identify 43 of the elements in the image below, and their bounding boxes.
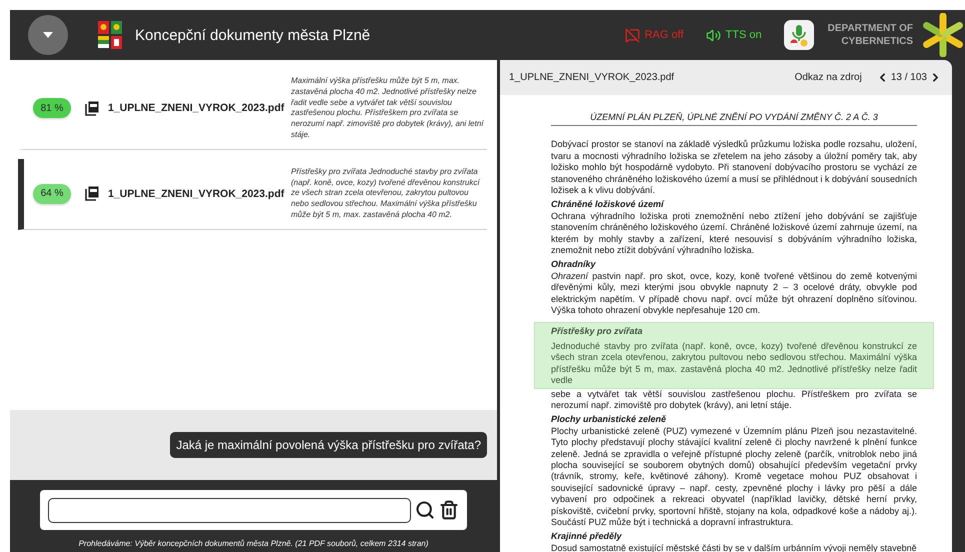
page-counter: 13 / 103: [890, 72, 927, 83]
file-stack-icon: [85, 186, 99, 202]
file-name: 1_UPLNE_ZNENI_VYROK_2023.pdf: [108, 188, 284, 200]
question-bubble: Jaká je maximální povolená výška přístřešku pro zvířata?: [170, 432, 487, 458]
file-name: 1_UPLNE_ZNENI_VYROK_2023.pdf: [108, 102, 284, 114]
section-heading: Krajinné předěly: [551, 531, 623, 543]
microphone-icon: [788, 23, 810, 47]
search-icon: [415, 500, 435, 520]
trash-icon: [439, 500, 459, 520]
score-badge: 81 %: [33, 98, 71, 118]
highlighted-text: Jednoduché stavby pro zvířata (např. koně, ovce, kozy) tvořené dřevěnou konstrukcí ze všech stran zcela otevřenou, zakrytou pultovou nebo sedlovou střechou. Maximální výška přístřešku může být 5 m, max. zastavěná plocha 40 m2. Jednotlivé přístřešky nelze řadit vedle: [551, 340, 917, 387]
document-paragraph: Ochrana výhradního ložiska proti znemožnění nebo ztížení jeho dobývání se zajišťuje stanovením chráněného ložiskového území. Chráněné ložiskové území zahrnuje území, na kterém by mohly stavby a zařízení, které nesouvisí s dobýváním výhradního ložiska, znemožnit nebo ztížit dobývání výhradního ložiska.: [551, 210, 917, 256]
tts-toggle[interactable]: TTS on: [706, 28, 762, 42]
query-input[interactable]: [48, 498, 411, 522]
source-link[interactable]: Odkaz na zdroj: [794, 72, 862, 83]
document-paragraph: Plochy urbanistické zeleně (PUZ) vymezené v Územním plánu Plzeň jsou nezastavitelné. Tyto plochy představují plochy stávající kvalitní zeleně či plochy navržené k plnění funkce zeleně. Jedná se zpravidla o veřejně přístupné plochy zeleně (parčík, vnitroblok nebo jiná plocha související se souborem obytných domů) obsahující především vegetační prvky (trávník, stromy, keře, květinové záhony). Kromě vegetace mohou PUZ obsahovat i související sadovnické úpravy – např. cesty, zpevněné plochy i lávky pro pěší a dále vybavení pro odpočinek a rekreaci obyvatel (například lavičky, dětské herní prvky, pískoviště, cvičební prvky, sportovní hřiště, stojany na kola, odpadkové koše a nádoby aj.). Součástí PUZ může být i technická a dopravní infrastruktura.: [551, 426, 917, 528]
document-file-name: 1_UPLNE_ZNENI_VYROK_2023.pdf: [509, 72, 676, 83]
document-paragraph: Dobývací prostor se stanoví na základě výsledků průzkumu ložiska podle rozsahu, uložení, tvaru a mocnosti výhradního ložiska se zřetelem na jeho zásoby a úložní poměry tak, aby ložisko mohlo být hospodárně vydobyto. Při stanovení dobývacího prostoru se vychází ze stanoveného chráněného ložiskového území a musí se přihlédnout i k dobývání sousedních ložisek a k vlivu dobývání.: [551, 139, 917, 196]
document-title: ÚZEMNÍ PLÁN PLZEŇ, ÚPLNÉ ZNĚNÍ PO VYDÁNÍ ZMĚNY Č. 2 A Č. 3: [551, 112, 917, 126]
score-badge: 64 %: [33, 184, 71, 204]
section-heading: Přístřešky pro zvířata: [551, 326, 644, 337]
logo-icon: [921, 13, 965, 57]
speaker-icon: [706, 28, 721, 42]
document-paragraph: Ohrazení pastvin např. pro skot, ovce, kozy, koně tvořené většinou do země kotvenými dřevěnými kůly, mezi kterými jsou obvykle napnuty 2 – 3 ocelové dráty, obvykle pod elektrickým napětím. V případě chovu např. ovcí může být ohrazení doplněno síťovinou. Výška tohoto ohrazení obvykle nepřesahuje 120 cm.: [551, 270, 917, 316]
menu-button[interactable]: [28, 15, 68, 55]
result-snippet: Přístřešky pro zvířata Jednoduché stavby pro zvířata (např. koně, ovce, kozy) tvořené dřevěnou konstrukcí ze všech stran zcela otevřenou, zakrytou pultovou nebo sedlovou střechou. Maximální výška přístřešku může být 5 m, max. zastavěná plocha 40 m2.: [291, 166, 482, 221]
search-scope-note: Prohledáváme: Výběr koncepčních dokumentů města Plzně. (21 PDF souborů, celkem 2314 stran): [78, 539, 428, 548]
result-snippet: Maximální výška přístřešku může být 5 m, max. zastavěná plocha 40 m2. Jednotlivé přístřešky nelze řadit vedle sebe a vytvářet tak větší souvislou zastřešenou plochu. Přístřeškem pro zvířata se nerozumí např. zimoviště pro dobytek (krávy), ani letní stáje.: [291, 76, 485, 141]
caret-down-icon: [43, 32, 53, 38]
app-title: Koncepční dokumenty města Plzně: [135, 26, 370, 44]
coat-of-arms-icon: [97, 20, 123, 50]
department-name: DEPARTMENT OF: [828, 22, 913, 35]
department-name: CYBERNETICS: [841, 35, 913, 48]
result-row[interactable]: [18, 158, 487, 230]
microphone-button[interactable]: [784, 20, 814, 50]
delete-button[interactable]: [439, 500, 459, 520]
document-paragraph: sebe a vytvářet tak větší souvislou zastřešenou plochu. Přístřeškem pro zvířata se nerozumí např. zimoviště pro dobytek (krávy), ani letní stáje.: [551, 388, 917, 412]
chat-off-icon: [624, 28, 640, 42]
file-stack-icon: [85, 100, 99, 116]
search-button[interactable]: [415, 500, 435, 520]
section-heading: Chráněné ložiskové území: [551, 199, 666, 211]
section-heading: Ohradníky: [551, 259, 597, 271]
section-heading: Plochy urbanistické zeleně: [551, 414, 668, 426]
